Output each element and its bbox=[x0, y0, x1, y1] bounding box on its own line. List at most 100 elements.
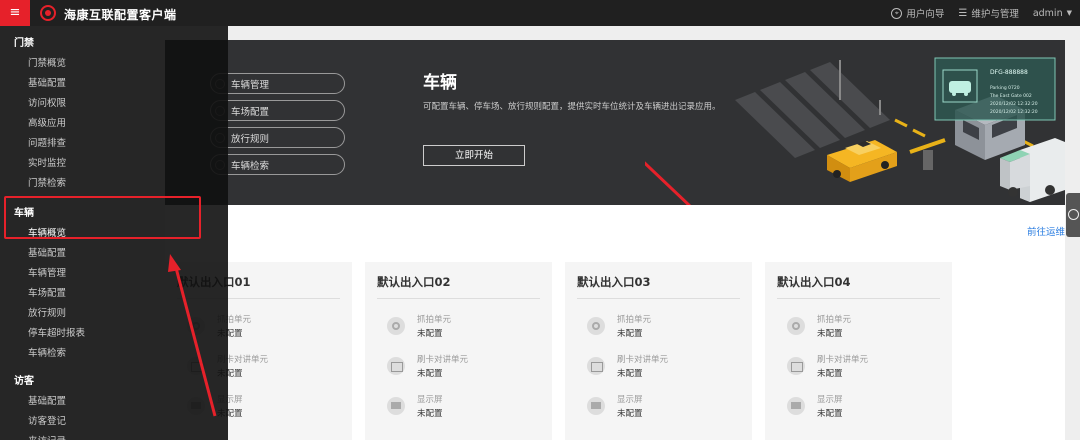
device-status: 未配置 bbox=[417, 409, 443, 419]
plate-number: DFG-888888 bbox=[990, 69, 1028, 76]
device-row: 显示屏 未配置 bbox=[577, 393, 740, 419]
entrance-card[interactable]: 默认出入口03 抓拍单元 未配置 刷卡对讲单元 未配置 显示屏 未配置 bbox=[565, 262, 752, 440]
sidebar-item[interactable]: 门禁检索 bbox=[0, 174, 228, 194]
sidebar: 门禁 门禁概览 基础配置 访问权限 高级应用 问题排查 实时监控 门禁检索 车辆… bbox=[0, 26, 228, 440]
entrance-card[interactable]: 默认出入口04 抓拍单元 未配置 刷卡对讲单元 未配置 显示屏 未配置 bbox=[765, 262, 952, 440]
device-name: 显示屏 bbox=[617, 395, 643, 405]
sidebar-item[interactable]: 车辆管理 bbox=[0, 264, 228, 284]
quick-link-parking-config[interactable]: 车场配置 bbox=[210, 100, 345, 121]
banner-title: 车辆 bbox=[423, 73, 457, 93]
quick-link-label: 放行规则 bbox=[231, 133, 270, 145]
device-row: 抓拍单元 未配置 bbox=[377, 313, 540, 339]
quick-link-label: 车场配置 bbox=[231, 106, 270, 118]
device-status: 未配置 bbox=[417, 329, 443, 339]
taxi-illustration bbox=[827, 140, 897, 182]
device-row: 刷卡对讲单元 未配置 bbox=[577, 353, 740, 379]
card-reader-icon bbox=[587, 357, 605, 375]
sidebar-item[interactable]: 基础配置 bbox=[0, 74, 228, 94]
vehicle-banner: 车辆管理 车场配置 放行规则 车辆检索 车辆 可配置车辆、停车场、放行规则配置，… bbox=[165, 40, 1065, 205]
list-icon: ☰ bbox=[958, 7, 968, 19]
user-guide-link[interactable]: ⌖ 用户向导 bbox=[891, 6, 944, 20]
screen-icon bbox=[787, 397, 805, 415]
plate-gate: The East Gate 002 bbox=[989, 93, 1032, 99]
quick-link-vehicle-manage[interactable]: 车辆管理 bbox=[210, 73, 345, 94]
sidebar-item[interactable]: 实时监控 bbox=[0, 154, 228, 174]
sidebar-item[interactable]: 访客登记 bbox=[0, 412, 228, 432]
device-status: 未配置 bbox=[417, 369, 443, 379]
screen-icon bbox=[587, 397, 605, 415]
sidebar-item[interactable]: 车场配置 bbox=[0, 284, 228, 304]
device-row: 刷卡对讲单元 未配置 bbox=[777, 353, 940, 379]
user-menu[interactable]: admin ▼ bbox=[1033, 8, 1072, 19]
device-name: 刷卡对讲单元 bbox=[417, 355, 469, 365]
card-reader-icon bbox=[787, 357, 805, 375]
chevron-down-icon: ▼ bbox=[1066, 9, 1072, 17]
device-row: 抓拍单元 未配置 bbox=[577, 313, 740, 339]
quick-link-release-rules[interactable]: 放行规则 bbox=[210, 127, 345, 148]
maintenance-link[interactable]: ☰ 维护与管理 bbox=[958, 6, 1019, 21]
user-name: admin bbox=[1032, 7, 1063, 19]
card-reader-icon bbox=[387, 357, 405, 375]
device-row: 显示屏 未配置 bbox=[377, 393, 540, 419]
parking-illustration: DFG-888888 Parking 0720 The East Gate 00… bbox=[645, 57, 1065, 205]
sidebar-item[interactable]: 高级应用 bbox=[0, 114, 228, 134]
sidebar-item[interactable]: 车辆检索 bbox=[0, 344, 228, 364]
device-name: 刷卡对讲单元 bbox=[817, 355, 869, 365]
quick-links: 车辆管理 车场配置 放行规则 车辆检索 bbox=[210, 73, 345, 181]
red-arrow-annotation bbox=[645, 161, 692, 205]
device-name: 显示屏 bbox=[817, 395, 843, 405]
sidebar-item[interactable]: 门禁概览 bbox=[0, 54, 228, 74]
device-status: 未配置 bbox=[617, 329, 643, 339]
top-right-menu: ⌖ 用户向导 ☰ 维护与管理 admin ▼ bbox=[891, 0, 1072, 26]
camera-icon bbox=[787, 317, 805, 335]
quick-link-label: 车辆管理 bbox=[231, 79, 270, 91]
plate-recognition-card: DFG-888888 Parking 0720 The East Gate 00… bbox=[934, 57, 1056, 121]
entrance-card-title: 默认出入口04 bbox=[777, 274, 940, 299]
device-status: 未配置 bbox=[617, 369, 643, 379]
entrance-card-title: 默认出入口02 bbox=[377, 274, 540, 299]
sidebar-item[interactable]: 放行规则 bbox=[0, 304, 228, 324]
sidebar-item[interactable]: 问题排查 bbox=[0, 134, 228, 154]
sidebar-group-visitor[interactable]: 访客 bbox=[0, 372, 228, 392]
sidebar-group-access[interactable]: 门禁 bbox=[0, 34, 228, 54]
sidebar-item[interactable]: 基础配置 bbox=[0, 244, 228, 264]
device-row: 刷卡对讲单元 未配置 bbox=[377, 353, 540, 379]
device-row: 显示屏 未配置 bbox=[777, 393, 940, 419]
device-status: 未配置 bbox=[817, 329, 843, 339]
plate-parking: Parking 0720 bbox=[990, 85, 1020, 91]
sidebar-item[interactable]: 基础配置 bbox=[0, 392, 228, 412]
sidebar-item[interactable]: 停车超时报表 bbox=[0, 324, 228, 344]
menu-icon[interactable]: ≡ bbox=[0, 0, 30, 26]
device-status: 未配置 bbox=[817, 369, 843, 379]
quick-link-vehicle-search[interactable]: 车辆检索 bbox=[210, 154, 345, 175]
maintenance-label: 维护与管理 bbox=[971, 9, 1019, 20]
quick-link-label: 车辆检索 bbox=[231, 160, 270, 172]
main-panel: 车辆管理 车场配置 放行规则 车辆检索 车辆 可配置车辆、停车场、放行规则配置，… bbox=[165, 40, 1065, 440]
device-status: 未配置 bbox=[617, 409, 643, 419]
plate-time-1: 2020/12/02 12:32:20 bbox=[990, 101, 1038, 107]
entrance-card[interactable]: 默认出入口02 抓拍单元未配置 刷卡对讲单元 未配置 显示屏 未配置 bbox=[365, 262, 552, 440]
highlight-box bbox=[4, 196, 201, 239]
device-row: 抓拍单元 未配置 bbox=[777, 313, 940, 339]
top-bar: ≡ 海康互联配置客户端 ⌖ 用户向导 ☰ 维护与管理 admin ▼ bbox=[0, 0, 1080, 26]
sidebar-item[interactable]: 访问权限 bbox=[0, 94, 228, 114]
side-guide-tab[interactable] bbox=[1066, 193, 1080, 237]
compass-icon: ⌖ bbox=[891, 7, 903, 19]
plate-time-2: 2020/12/02 12:32:20 bbox=[990, 109, 1038, 115]
device-name: 抓拍单元 bbox=[617, 315, 652, 325]
entrance-cards: 默认出入口01 抓拍单元未配置 刷卡对讲单元未配置 显示屏未配置 默认出入口02… bbox=[165, 262, 1065, 440]
device-name: 刷卡对讲单元 bbox=[617, 355, 669, 365]
user-guide-label: 用户向导 bbox=[906, 9, 945, 20]
camera-icon bbox=[387, 317, 405, 335]
camera-icon bbox=[587, 317, 605, 335]
device-status: 未配置 bbox=[817, 409, 843, 419]
go-to-ops-link[interactable]: 前往运维 bbox=[1027, 224, 1065, 238]
main-area: 车辆管理 车场配置 放行规则 车辆检索 车辆 可配置车辆、停车场、放行规则配置，… bbox=[150, 26, 1080, 440]
device-name: 抓拍单元 bbox=[817, 315, 852, 325]
screen-icon bbox=[387, 397, 405, 415]
hikvision-logo-icon bbox=[40, 5, 56, 21]
sidebar-item[interactable]: 来访记录 bbox=[0, 432, 228, 440]
device-name: 抓拍单元 bbox=[417, 315, 452, 325]
app-title: 海康互联配置客户端 bbox=[64, 8, 177, 22]
start-button[interactable]: 立即开始 bbox=[423, 145, 525, 166]
